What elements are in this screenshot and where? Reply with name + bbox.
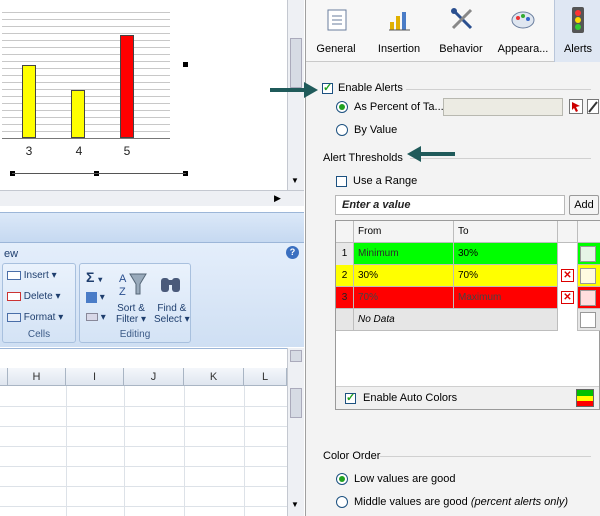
auto-colors-bar: Enable Auto Colors — [336, 386, 599, 409]
table-header: From To — [336, 221, 600, 243]
enable-alerts-checkbox[interactable] — [322, 81, 333, 94]
behavior-icon — [451, 8, 473, 30]
tab-appearance[interactable]: Appeara... — [492, 0, 554, 62]
column-header[interactable]: H — [8, 368, 66, 386]
color-swatch[interactable] — [580, 268, 596, 284]
low-values-good-label: Low values are good — [354, 473, 456, 485]
low-values-good-radio[interactable] — [336, 473, 348, 485]
find-select-button[interactable]: Find & Select ▾ — [154, 303, 190, 325]
chart-bar[interactable] — [120, 35, 134, 138]
chart-area[interactable]: 3 4 5 — [0, 0, 304, 195]
editing-group: Σ ▾ ▾ ▾ AZ Sort & Filter ▾ Find & Select ▾… — [79, 263, 191, 343]
by-value-radio[interactable] — [336, 124, 348, 136]
use-range-label: Use a Range — [353, 175, 418, 187]
x-tick-label: 4 — [75, 144, 83, 158]
chart-bar[interactable] — [22, 65, 36, 138]
delete-row-icon[interactable]: ✕ — [561, 269, 574, 282]
insert-icon — [7, 270, 21, 280]
format-icon — [7, 312, 21, 322]
sort-filter-icon: AZ — [118, 270, 148, 298]
binoculars-icon — [158, 270, 184, 296]
delete-button[interactable]: Delete ▾ — [7, 291, 61, 302]
enable-auto-colors-label: Enable Auto Colors — [363, 392, 458, 404]
tab-insertion[interactable]: Insertion — [368, 0, 430, 62]
formula-bar[interactable] — [0, 348, 304, 368]
column-header[interactable]: K — [184, 368, 244, 386]
autosum-button[interactable]: Σ ▾ — [86, 269, 102, 285]
ribbon-tabs-bar — [0, 212, 304, 242]
worksheet-grid[interactable]: H I J K L — [0, 368, 304, 516]
pencil-icon — [588, 101, 598, 113]
cells-group: Insert ▾ Delete ▾ Format ▾ Cells — [2, 263, 76, 343]
enter-value-input[interactable]: Enter a value — [335, 195, 565, 215]
alert-thresholds-heading: Alert Thresholds — [323, 152, 403, 164]
insert-button[interactable]: Insert ▾ — [7, 270, 57, 281]
help-icon[interactable]: ? — [286, 246, 299, 259]
x-tick-label: 3 — [25, 144, 33, 158]
ribbon-tab-fragment[interactable]: ew — [4, 248, 18, 260]
column-header[interactable]: J — [124, 368, 184, 386]
scroll-right-icon[interactable]: ▶ — [274, 193, 281, 204]
insertion-icon — [389, 12, 410, 31]
annotation-arrow-icon — [407, 146, 455, 162]
chart-horizontal-scrollbar[interactable]: ▶ — [0, 190, 304, 206]
alerts-icon — [572, 7, 584, 33]
enable-alerts-label: Enable Alerts — [338, 82, 403, 94]
column-header[interactable]: I — [66, 368, 124, 386]
chart-bar[interactable] — [71, 90, 85, 138]
fill-down-icon — [86, 292, 97, 303]
column-header-from: From — [354, 221, 454, 243]
resize-handle[interactable] — [183, 62, 188, 67]
enable-auto-colors-checkbox[interactable] — [345, 391, 356, 404]
use-range-checkbox[interactable] — [336, 176, 347, 187]
table-row[interactable]: 1 Minimum 30% — [336, 243, 600, 265]
scroll-down-icon[interactable]: ▼ — [291, 176, 299, 185]
appearance-icon — [511, 11, 535, 29]
column-header-to: To — [454, 221, 558, 243]
delete-row-icon[interactable]: ✕ — [561, 291, 574, 304]
add-button[interactable]: Add — [569, 195, 599, 215]
color-swatch[interactable] — [580, 290, 596, 306]
format-button[interactable]: Format ▾ — [7, 312, 63, 323]
fill-button[interactable]: ▾ — [86, 292, 105, 303]
scroll-down-icon[interactable]: ▼ — [291, 500, 299, 509]
ribbon: ew ? Insert ▾ Delete ▾ Format ▾ Cells Σ … — [0, 242, 304, 347]
delete-icon — [7, 291, 21, 301]
edit-button[interactable] — [587, 99, 599, 114]
x-tick-label: 5 — [123, 144, 131, 158]
cells-group-label: Cells — [27, 329, 51, 340]
tab-behavior[interactable]: Behavior — [431, 0, 491, 62]
as-percent-radio[interactable] — [336, 101, 348, 113]
by-value-label: By Value — [354, 124, 398, 136]
color-swatch[interactable] — [580, 312, 596, 328]
target-field[interactable] — [443, 98, 563, 116]
eraser-icon — [86, 313, 98, 322]
table-row[interactable]: 3 70% Maximum ✕ — [336, 287, 600, 309]
sheet-vertical-scrollbar[interactable]: ▼ — [287, 348, 304, 516]
svg-text:A: A — [119, 273, 127, 285]
general-icon — [327, 9, 347, 31]
select-cell-button[interactable] — [569, 99, 583, 114]
table-row[interactable]: 2 30% 70% ✕ — [336, 265, 600, 287]
table-row-no-data[interactable]: No Data — [336, 309, 600, 331]
sort-filter-button[interactable]: Sort & Filter ▾ — [116, 303, 146, 325]
middle-values-good-label: Middle values are good (percent alerts o… — [354, 496, 569, 508]
column-header[interactable]: L — [244, 368, 287, 386]
clear-button[interactable]: ▾ — [86, 312, 106, 323]
tab-alerts[interactable]: Alerts — [554, 0, 600, 62]
color-swatch[interactable] — [580, 246, 596, 262]
panel-tabs: General Insertion Behavior Appeara... Al… — [306, 0, 600, 62]
color-order-heading: Color Order — [323, 450, 381, 462]
properties-panel: General Insertion Behavior Appeara... Al… — [305, 0, 600, 516]
thresholds-table[interactable]: From To 1 Minimum 30% 2 30% 70% ✕ 3 70% … — [335, 220, 600, 410]
middle-values-good-radio[interactable] — [336, 496, 348, 508]
svg-text:Z: Z — [119, 286, 126, 298]
editing-group-label: Editing — [119, 329, 151, 340]
annotation-arrow-icon — [270, 82, 318, 98]
tab-general[interactable]: General — [306, 0, 366, 62]
as-percent-label: As Percent of Ta... — [354, 101, 444, 113]
auto-colors-swatch-icon[interactable] — [576, 389, 594, 407]
cell-pointer-icon — [572, 102, 580, 112]
